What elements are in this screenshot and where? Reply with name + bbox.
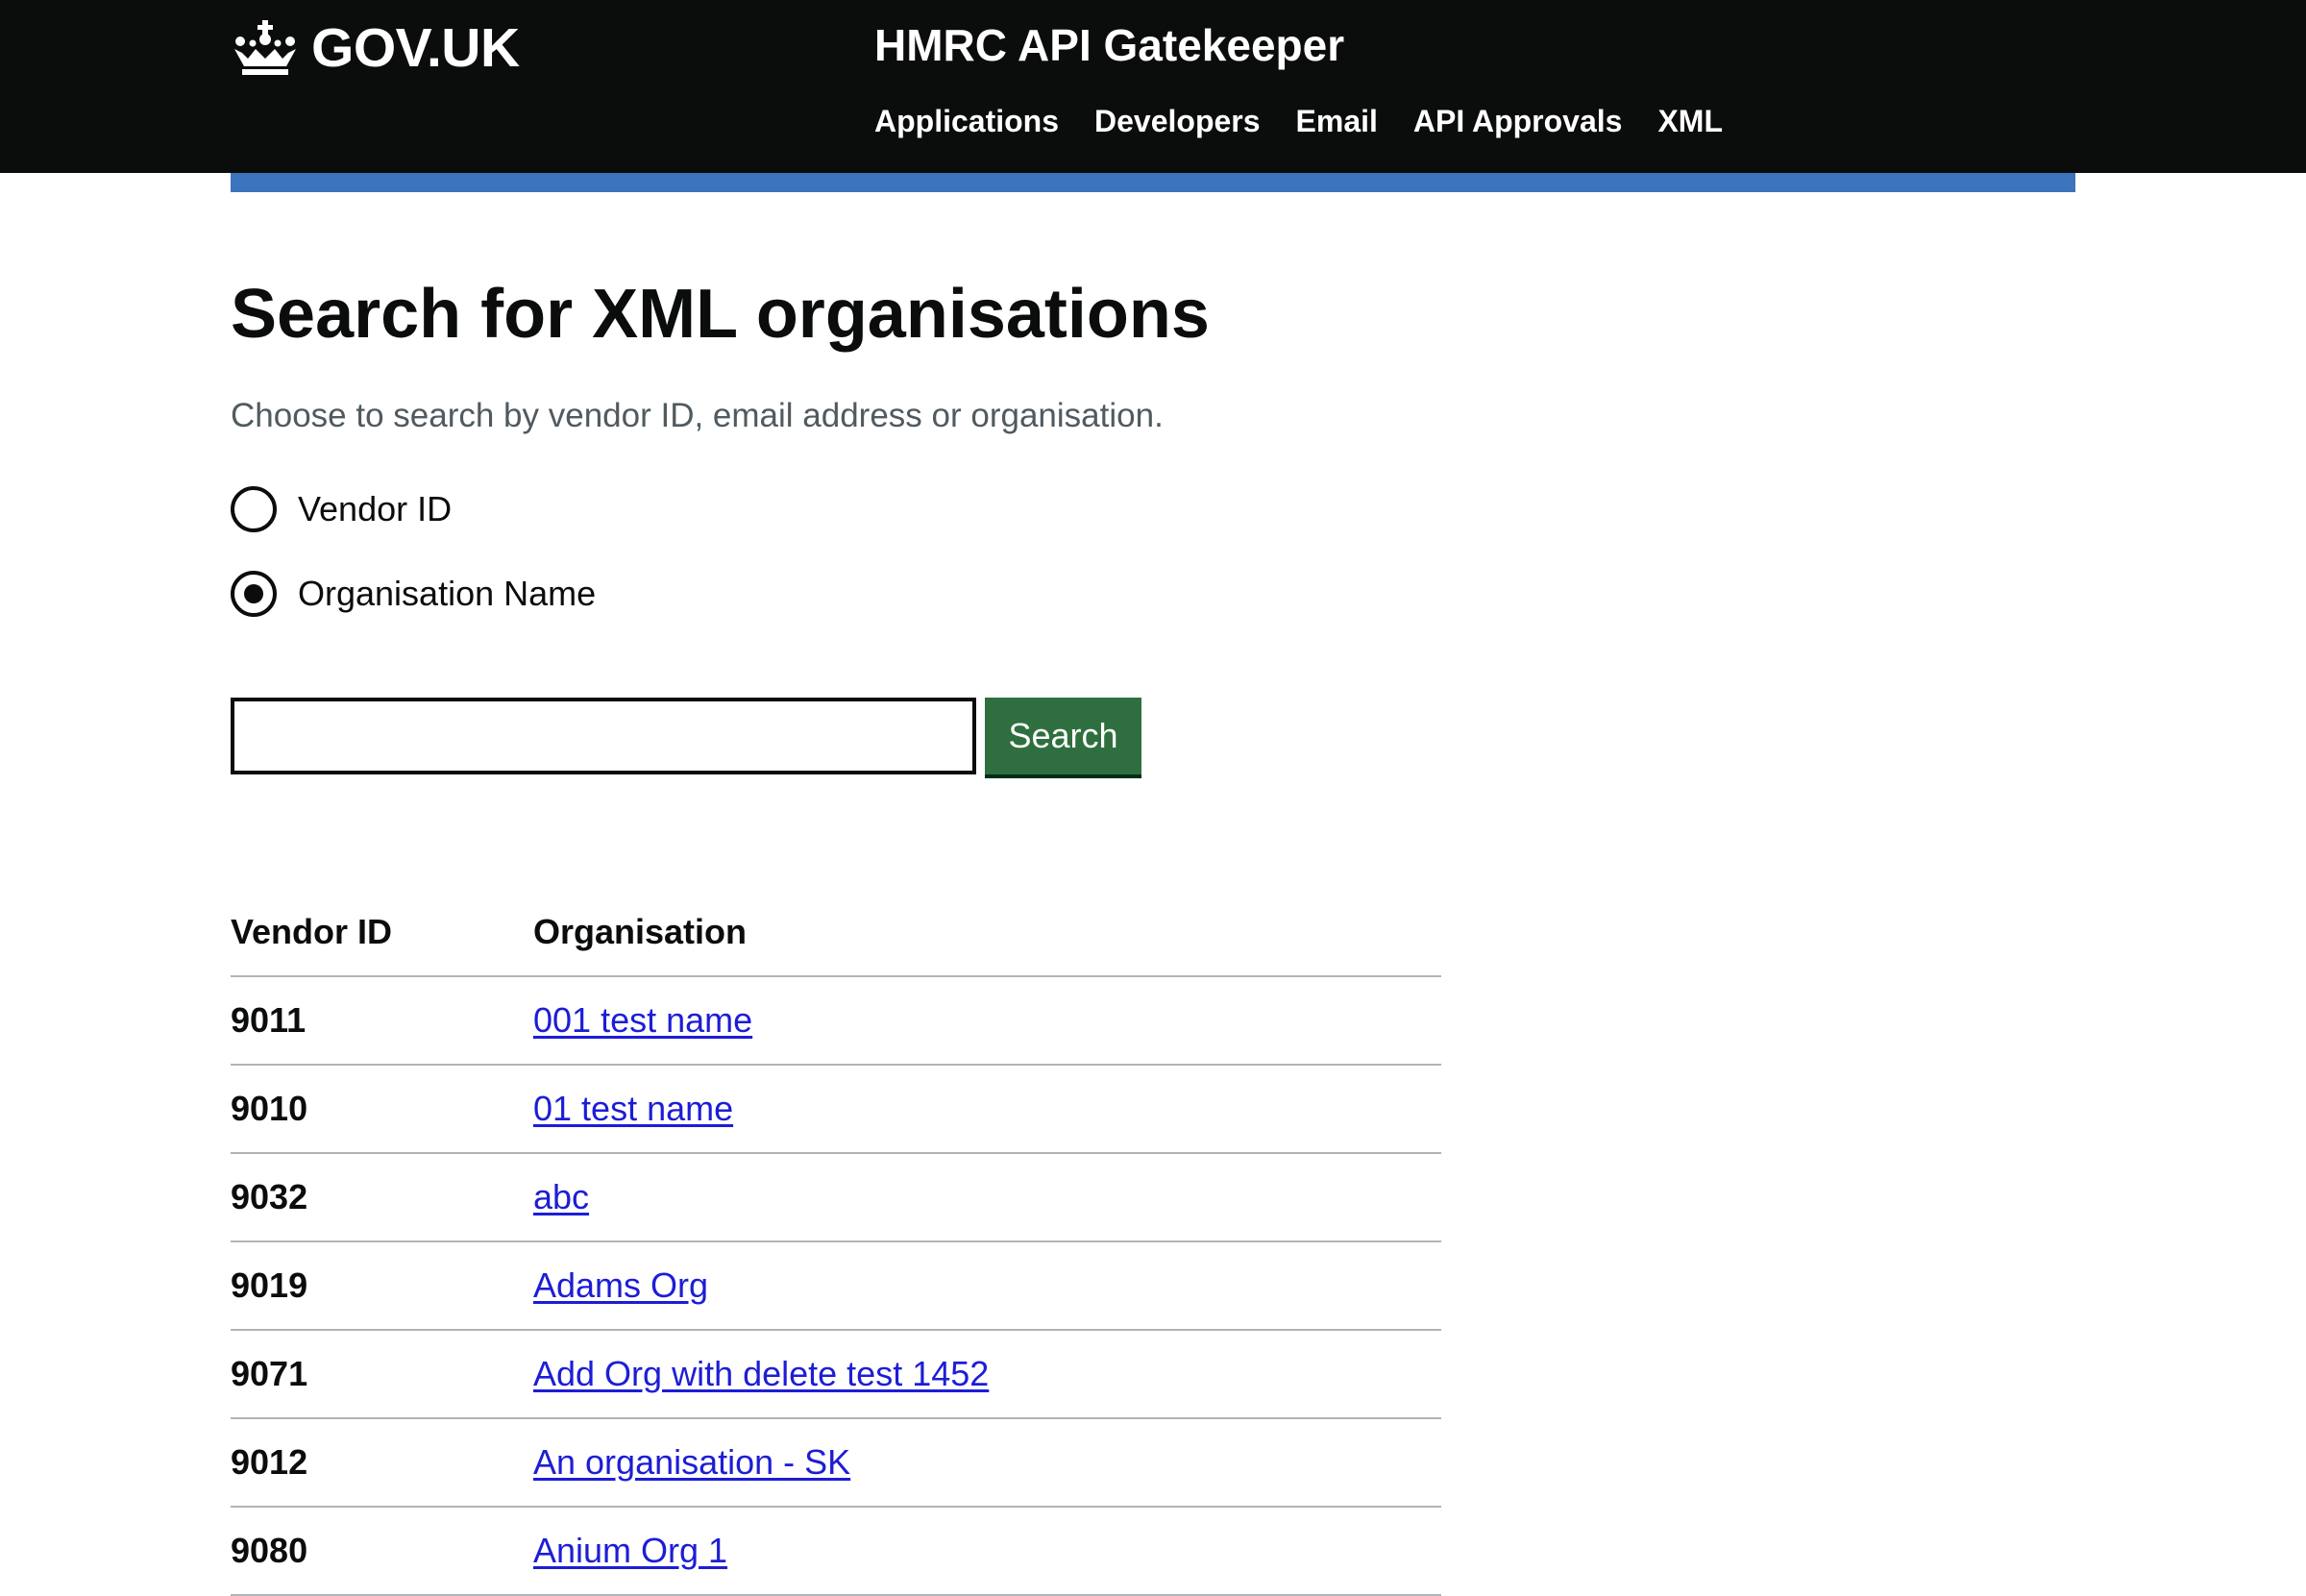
nav-api-approvals[interactable]: API Approvals <box>1413 104 1623 138</box>
vendor-id-cell: 9012 <box>231 1418 533 1508</box>
nav-email[interactable]: Email <box>1296 104 1378 138</box>
radio-organisation-name-circle[interactable] <box>231 571 277 617</box>
search-input[interactable] <box>231 698 976 774</box>
organisation-link[interactable]: Anium Org 1 <box>533 1531 727 1570</box>
table-row: 9010 01 test name <box>231 1065 1441 1154</box>
main-navigation: Applications Developers Email API Approv… <box>874 104 1723 139</box>
column-header-organisation: Organisation <box>533 889 1441 977</box>
vendor-id-cell: 9019 <box>231 1241 533 1331</box>
govuk-logo-link[interactable]: GOV.UK <box>231 17 520 79</box>
organisation-link[interactable]: 01 test name <box>533 1089 733 1128</box>
nav-applications[interactable]: Applications <box>874 104 1059 138</box>
nav-developers[interactable]: Developers <box>1094 104 1261 138</box>
table-row: 9080 Anium Org 1 <box>231 1507 1441 1596</box>
organisation-link[interactable]: An organisation - SK <box>533 1442 850 1482</box>
radio-vendor-id[interactable]: Vendor ID <box>231 486 452 532</box>
radio-vendor-id-circle[interactable] <box>231 486 277 532</box>
table-row: 9071 Add Org with delete test 1452 <box>231 1330 1441 1419</box>
vendor-id-cell: 9011 <box>231 976 533 1066</box>
service-name-link[interactable]: HMRC API Gatekeeper <box>874 19 1344 71</box>
vendor-id-cell: 9010 <box>231 1065 533 1154</box>
table-row: 9032 abc <box>231 1153 1441 1242</box>
organisation-link[interactable]: 001 test name <box>533 1000 752 1040</box>
results-table: Vendor ID Organisation 9011 001 test nam… <box>231 889 1441 1596</box>
table-header-row: Vendor ID Organisation <box>231 889 1441 977</box>
nav-xml[interactable]: XML <box>1657 104 1723 138</box>
organisation-link[interactable]: abc <box>533 1177 589 1216</box>
header-accent-bar <box>231 173 2075 192</box>
logo-text: GOV.UK <box>311 17 520 79</box>
site-header: GOV.UK HMRC API Gatekeeper Applications … <box>0 0 2306 173</box>
organisation-link[interactable]: Add Org with delete test 1452 <box>533 1354 989 1393</box>
radio-selected-dot <box>244 584 263 603</box>
radio-organisation-name-label: Organisation Name <box>298 574 597 613</box>
table-row: 9011 001 test name <box>231 976 1441 1066</box>
vendor-id-cell: 9032 <box>231 1153 533 1242</box>
search-hint: Choose to search by vendor ID, email add… <box>231 397 1164 434</box>
organisation-link[interactable]: Adams Org <box>533 1265 708 1305</box>
table-row: 9012 An organisation - SK <box>231 1418 1441 1508</box>
radio-vendor-id-label: Vendor ID <box>298 489 453 528</box>
column-header-vendor-id: Vendor ID <box>231 889 533 977</box>
crown-icon <box>234 20 296 75</box>
table-row: 9019 Adams Org <box>231 1241 1441 1331</box>
page-title: Search for XML organisations <box>231 276 1210 353</box>
radio-organisation-name[interactable]: Organisation Name <box>231 571 596 617</box>
vendor-id-cell: 9071 <box>231 1330 533 1419</box>
vendor-id-cell: 9080 <box>231 1507 533 1596</box>
search-button[interactable]: Search <box>985 698 1141 774</box>
